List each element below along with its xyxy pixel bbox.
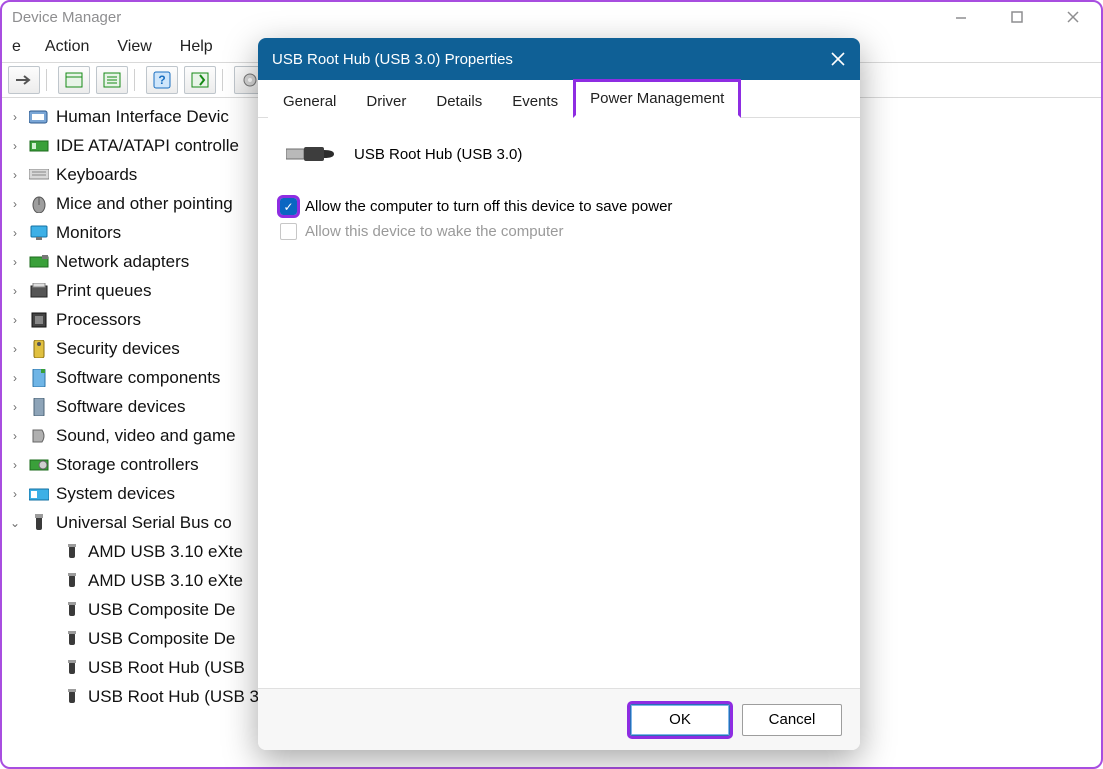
chevron-right-icon[interactable]: › (8, 197, 22, 211)
checkbox-turn-off-device[interactable]: ✓ Allow the computer to turn off this de… (280, 198, 838, 215)
svg-text:?: ? (158, 73, 165, 87)
device-category-icon (28, 166, 50, 184)
tree-node-label: Processors (56, 310, 141, 330)
tree-node-label: Mice and other pointing (56, 194, 233, 214)
device-category-icon (28, 398, 50, 416)
dialog-footer: OK Cancel (258, 688, 860, 750)
usb-device-icon (62, 659, 82, 677)
checkbox-icon[interactable]: ✓ (280, 198, 297, 215)
device-category-icon (28, 369, 50, 387)
tree-node-label: IDE ATA/ATAPI controlle (56, 136, 239, 156)
dialog-tabs: General Driver Details Events Power Mana… (258, 80, 860, 118)
usb-device-icon (62, 543, 82, 561)
tab-driver[interactable]: Driver (351, 84, 421, 118)
minimize-button[interactable] (943, 4, 979, 30)
tree-node-label: Human Interface Devic (56, 107, 229, 127)
checkbox-icon (280, 223, 297, 240)
device-category-icon (28, 485, 50, 503)
usb-controller-icon (28, 514, 50, 532)
tree-node-label: AMD USB 3.10 eXte (88, 542, 243, 562)
tree-node-label: Security devices (56, 339, 180, 359)
tree-node-label: Monitors (56, 223, 121, 243)
tree-node-label: USB Root Hub (USB (88, 658, 245, 678)
tree-node-label: Software devices (56, 397, 185, 417)
close-button[interactable] (1055, 4, 1091, 30)
usb-device-icon (62, 688, 82, 706)
tab-details[interactable]: Details (421, 84, 497, 118)
dialog-title: USB Root Hub (USB 3.0) Properties (272, 51, 513, 68)
tree-node-label: Keyboards (56, 165, 137, 185)
chevron-right-icon[interactable]: › (8, 284, 22, 298)
device-category-icon (28, 108, 50, 126)
chevron-right-icon[interactable]: › (8, 226, 22, 240)
tree-node-label: Storage controllers (56, 455, 199, 475)
tree-node-label: USB Composite De (88, 600, 235, 620)
tab-events[interactable]: Events (497, 84, 573, 118)
close-icon[interactable] (830, 51, 846, 67)
details-icon[interactable] (96, 66, 128, 94)
tree-node-label: Network adapters (56, 252, 189, 272)
tree-node-label: Print queues (56, 281, 151, 301)
device-category-icon (28, 456, 50, 474)
window-title: Device Manager (12, 9, 121, 26)
chevron-down-icon[interactable]: ⌄ (8, 516, 22, 530)
device-category-icon (28, 282, 50, 300)
tree-node-label: Universal Serial Bus co (56, 513, 232, 533)
tab-power-management[interactable]: Power Management (573, 79, 741, 118)
device-category-icon (28, 340, 50, 358)
chevron-right-icon[interactable]: › (8, 371, 22, 385)
chevron-right-icon[interactable]: › (8, 110, 22, 124)
chevron-right-icon[interactable]: › (8, 429, 22, 443)
menu-view[interactable]: View (103, 36, 165, 58)
device-category-icon (28, 195, 50, 213)
tree-node-label: Sound, video and game (56, 426, 236, 446)
device-category-icon (28, 137, 50, 155)
menu-action[interactable]: Action (31, 36, 103, 58)
dialog-titlebar: USB Root Hub (USB 3.0) Properties (258, 38, 860, 80)
chevron-right-icon[interactable]: › (8, 458, 22, 472)
device-name: USB Root Hub (USB 3.0) (354, 146, 522, 163)
maximize-button[interactable] (999, 4, 1035, 30)
chevron-right-icon[interactable]: › (8, 168, 22, 182)
checkbox-label: Allow the computer to turn off this devi… (305, 198, 672, 215)
window-titlebar: Device Manager (2, 2, 1101, 32)
scan-hardware-icon[interactable] (184, 66, 216, 94)
menu-file[interactable]: e (8, 36, 31, 58)
device-category-icon (28, 224, 50, 242)
device-category-icon (28, 427, 50, 445)
device-category-icon (28, 311, 50, 329)
usb-device-icon (62, 630, 82, 648)
tree-node-label: USB Root Hub (USB 3.0) (88, 687, 279, 707)
usb-plug-icon (286, 140, 334, 168)
checkbox-label: Allow this device to wake the computer (305, 223, 563, 240)
chevron-right-icon[interactable]: › (8, 255, 22, 269)
usb-device-icon (62, 572, 82, 590)
properties-icon[interactable] (58, 66, 90, 94)
tab-general[interactable]: General (268, 84, 351, 118)
checkbox-wake-computer: Allow this device to wake the computer (280, 223, 838, 240)
usb-device-icon (62, 601, 82, 619)
chevron-right-icon[interactable]: › (8, 487, 22, 501)
properties-dialog: USB Root Hub (USB 3.0) Properties Genera… (258, 38, 860, 750)
chevron-right-icon[interactable]: › (8, 313, 22, 327)
tree-node-label: AMD USB 3.10 eXte (88, 571, 243, 591)
menu-help[interactable]: Help (166, 36, 227, 58)
tree-node-label: System devices (56, 484, 175, 504)
tree-node-label: USB Composite De (88, 629, 235, 649)
cancel-button[interactable]: Cancel (742, 704, 842, 736)
help-icon[interactable]: ? (146, 66, 178, 94)
device-category-icon (28, 253, 50, 271)
chevron-right-icon[interactable]: › (8, 139, 22, 153)
chevron-right-icon[interactable]: › (8, 400, 22, 414)
forward-icon[interactable] (8, 66, 40, 94)
tree-node-label: Software components (56, 368, 220, 388)
ok-button[interactable]: OK (630, 704, 730, 736)
chevron-right-icon[interactable]: › (8, 342, 22, 356)
